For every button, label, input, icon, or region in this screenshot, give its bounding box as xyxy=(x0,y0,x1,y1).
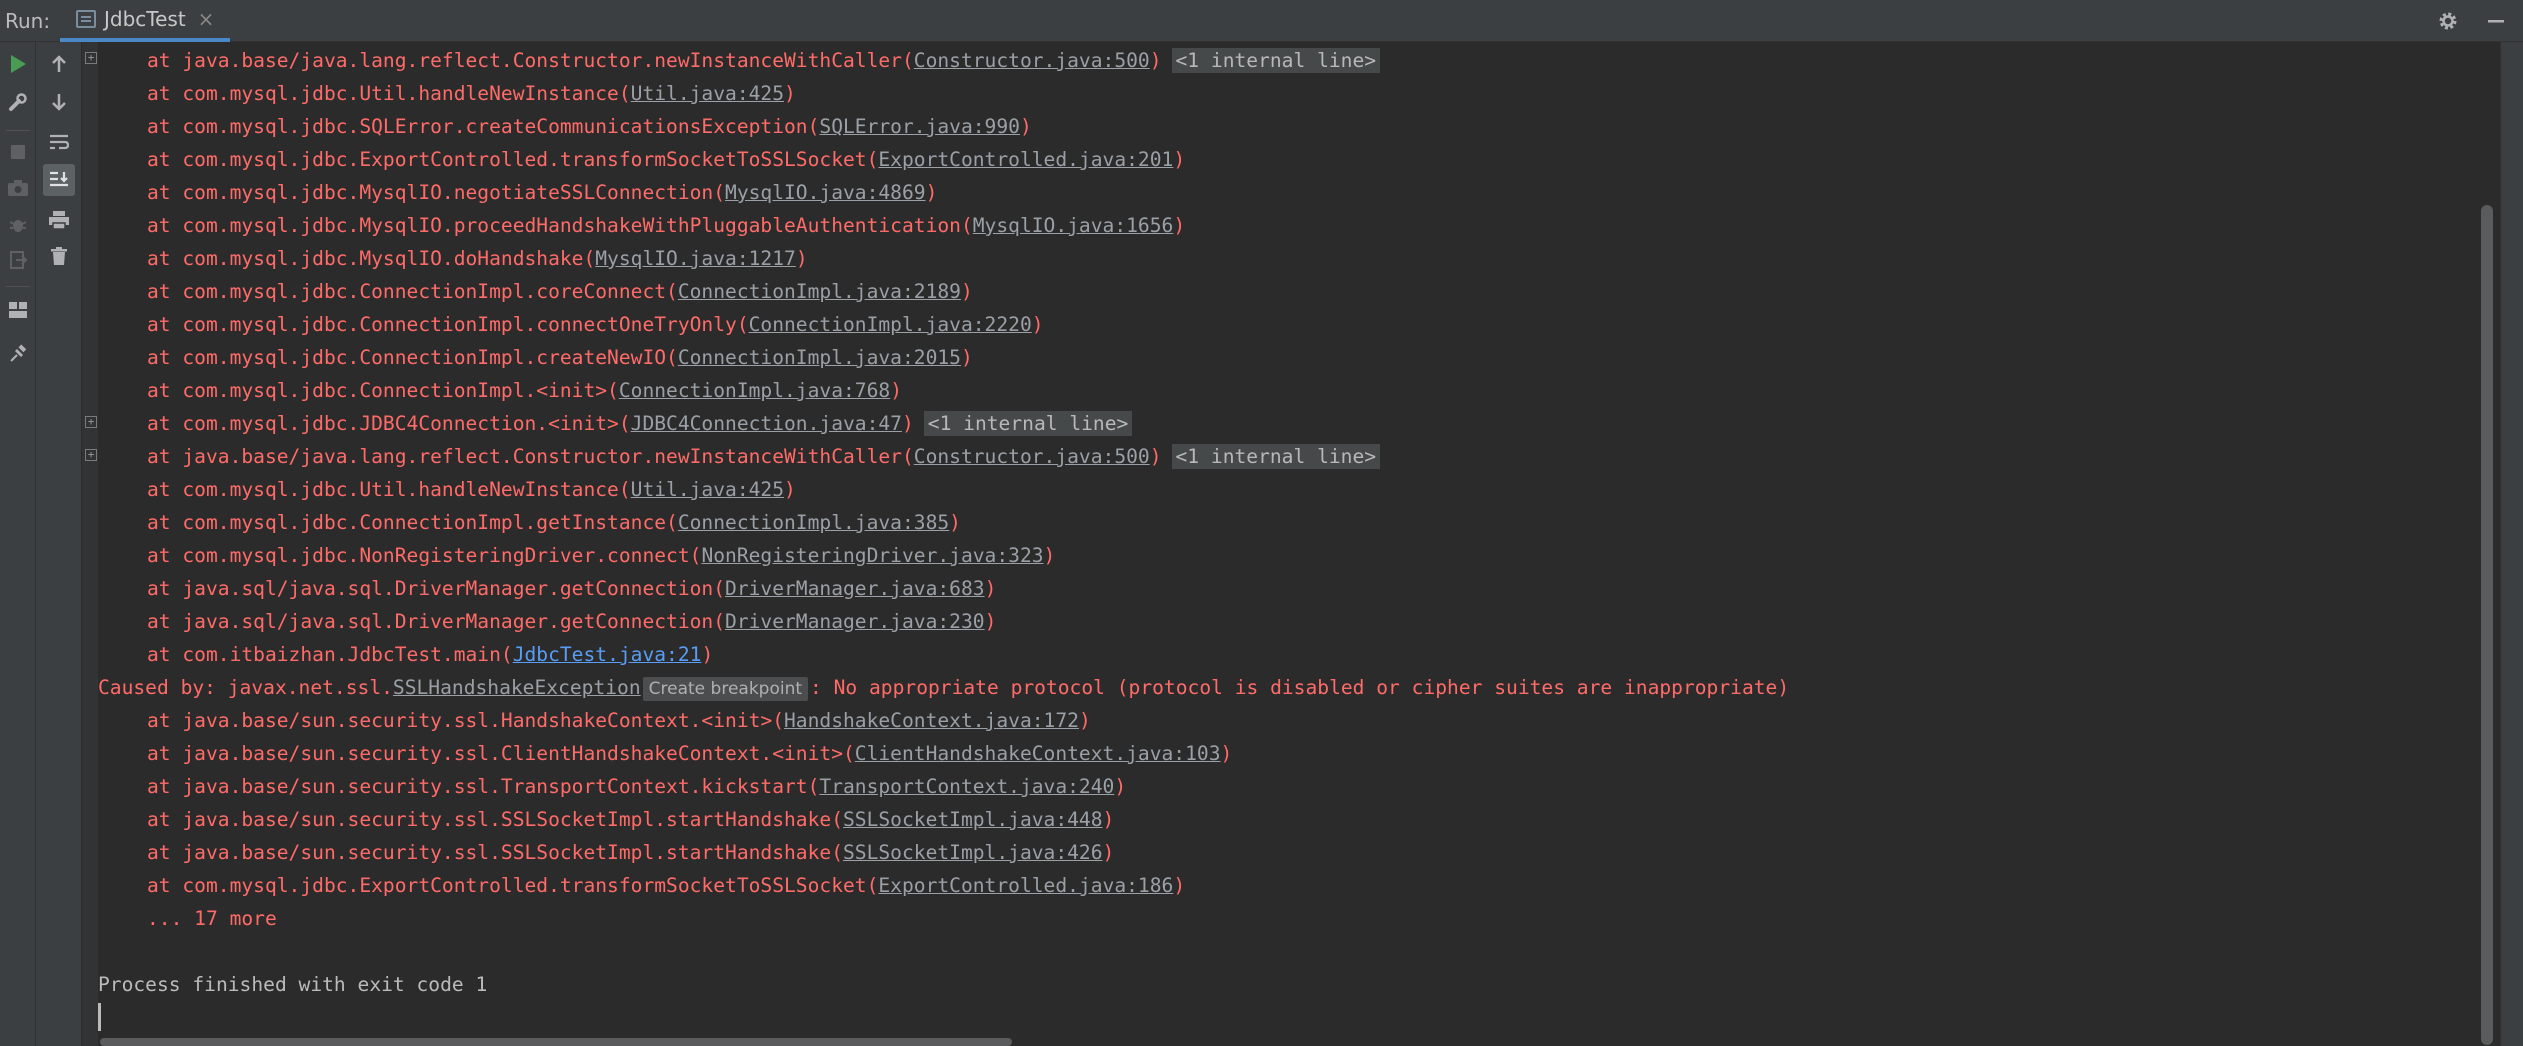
run-toolbar xyxy=(0,42,36,1046)
stack-frame-line: at com.mysql.jdbc.MysqlIO.negotiateSSLCo… xyxy=(147,181,938,204)
console-output[interactable]: at java.base/java.lang.reflect.Construct… xyxy=(98,42,2480,1036)
source-link[interactable]: ConnectionImpl.java:768 xyxy=(619,379,890,402)
source-link[interactable]: ConnectionImpl.java:2189 xyxy=(678,280,961,303)
stack-frame-line: at com.mysql.jdbc.MysqlIO.doHandshake(My… xyxy=(147,247,808,270)
stack-frame-line: at com.mysql.jdbc.ExportControlled.trans… xyxy=(147,874,1186,897)
expand-fold-icon[interactable]: + xyxy=(85,449,97,461)
source-link[interactable]: SSLSocketImpl.java:426 xyxy=(843,841,1103,864)
console-toolbar xyxy=(36,42,82,1046)
source-link[interactable]: MysqlIO.java:1656 xyxy=(973,214,1174,237)
source-link[interactable]: ConnectionImpl.java:2015 xyxy=(678,346,961,369)
stack-frame-line: at java.sql/java.sql.DriverManager.getCo… xyxy=(147,610,997,633)
pin-icon[interactable] xyxy=(2,338,34,370)
tab-label: JdbcTest xyxy=(104,7,186,31)
rerun-icon[interactable] xyxy=(2,48,34,80)
print-icon[interactable] xyxy=(43,204,75,236)
exit-icon[interactable] xyxy=(2,244,34,276)
run-label: Run: xyxy=(5,9,51,33)
stack-frame-line: at java.base/sun.security.ssl.ClientHand… xyxy=(147,742,1233,765)
gear-icon[interactable] xyxy=(2433,6,2463,36)
camera-icon[interactable] xyxy=(2,172,34,204)
stack-frame-line: at com.mysql.jdbc.NonRegisteringDriver.c… xyxy=(147,544,1056,567)
stack-frame-line: at com.mysql.jdbc.ConnectionImpl.createN… xyxy=(147,346,973,369)
expand-fold-icon[interactable]: + xyxy=(85,52,97,64)
source-link[interactable]: Constructor.java:500 xyxy=(914,445,1150,468)
stack-frame-line: at java.sql/java.sql.DriverManager.getCo… xyxy=(147,577,997,600)
up-arrow-icon[interactable] xyxy=(43,48,75,80)
down-arrow-icon[interactable] xyxy=(43,86,75,118)
source-link[interactable]: MysqlIO.java:4869 xyxy=(725,181,926,204)
trash-icon[interactable] xyxy=(43,240,75,272)
stack-frame-line: at com.mysql.jdbc.SQLError.createCommuni… xyxy=(147,115,1032,138)
horizontal-scrollbar-thumb[interactable] xyxy=(100,1038,1012,1046)
run-tool-window-header: Run: JdbcTest × xyxy=(0,0,2523,42)
exception-class-link[interactable]: SSLHandshakeException xyxy=(393,676,641,699)
source-link[interactable]: ClientHandshakeContext.java:103 xyxy=(855,742,1221,765)
wrench-icon[interactable] xyxy=(2,86,34,118)
stack-frame-line: at com.mysql.jdbc.ConnectionImpl.getInst… xyxy=(147,511,961,534)
vertical-scrollbar-thumb[interactable] xyxy=(2481,205,2493,1045)
more-frames-line: ... 17 more xyxy=(147,907,277,930)
source-link[interactable]: Util.java:425 xyxy=(631,82,784,105)
source-link[interactable]: MysqlIO.java:1217 xyxy=(595,247,796,270)
scroll-to-end-icon[interactable] xyxy=(43,164,75,196)
stack-frame-line: at com.mysql.jdbc.ConnectionImpl.<init>(… xyxy=(147,379,902,402)
source-link[interactable]: JDBC4Connection.java:47 xyxy=(631,412,902,435)
fold-gutter: + + + xyxy=(82,42,98,1046)
toolbar-separator xyxy=(6,130,30,131)
stack-frame-line: at com.mysql.jdbc.JDBC4Connection.<init>… xyxy=(98,407,1133,440)
source-link[interactable]: ExportControlled.java:201 xyxy=(878,148,1173,171)
source-link[interactable]: HandshakeContext.java:172 xyxy=(784,709,1079,732)
right-tool-strip xyxy=(2500,42,2523,1046)
internal-line-chip[interactable]: <1 internal line> xyxy=(1171,444,1381,469)
stack-frame-line: at com.mysql.jdbc.ConnectionImpl.coreCon… xyxy=(147,280,973,303)
stack-frame-line: at java.base/sun.security.ssl.SSLSocketI… xyxy=(147,841,1115,864)
source-link[interactable]: JdbcTest.java:21 xyxy=(513,643,702,666)
minimize-icon[interactable] xyxy=(2481,6,2511,36)
stack-frame-line: at java.base/java.lang.reflect.Construct… xyxy=(98,440,1381,473)
console-tab-icon xyxy=(76,10,96,28)
stack-frame-line: at java.base/java.lang.reflect.Construct… xyxy=(98,44,1381,77)
text-cursor xyxy=(98,1003,101,1031)
stack-frame-line: at java.base/sun.security.ssl.HandshakeC… xyxy=(147,709,1091,732)
source-link[interactable]: SSLSocketImpl.java:448 xyxy=(843,808,1103,831)
toolbar-separator xyxy=(6,286,30,287)
internal-line-chip[interactable]: <1 internal line> xyxy=(923,411,1133,436)
stack-frame-line: at com.itbaizhan.JdbcTest.main(JdbcTest.… xyxy=(147,643,714,666)
stop-icon[interactable] xyxy=(2,136,34,168)
source-link[interactable]: ConnectionImpl.java:385 xyxy=(678,511,949,534)
stack-frame-line: at com.mysql.jdbc.Util.handleNewInstance… xyxy=(147,82,796,105)
caused-by-line: Caused by: javax.net.ssl.SSLHandshakeExc… xyxy=(98,676,1790,701)
tab-jdbctest[interactable]: JdbcTest × xyxy=(60,0,231,42)
source-link[interactable]: DriverManager.java:230 xyxy=(725,610,985,633)
source-link[interactable]: DriverManager.java:683 xyxy=(725,577,985,600)
source-link[interactable]: ExportControlled.java:186 xyxy=(878,874,1173,897)
stack-frame-line: at com.mysql.jdbc.ConnectionImpl.connect… xyxy=(147,313,1044,336)
expand-fold-icon[interactable]: + xyxy=(85,416,97,428)
create-breakpoint-tooltip[interactable]: Create breakpoint xyxy=(642,677,809,701)
source-link[interactable]: SQLError.java:990 xyxy=(819,115,1020,138)
stack-frame-line: at java.base/sun.security.ssl.SSLSocketI… xyxy=(147,808,1115,831)
source-link[interactable]: ConnectionImpl.java:2220 xyxy=(749,313,1032,336)
stack-frame-line: at com.mysql.jdbc.ExportControlled.trans… xyxy=(147,148,1186,171)
stack-frame-line: at com.mysql.jdbc.Util.handleNewInstance… xyxy=(147,478,796,501)
stack-frame-line: at com.mysql.jdbc.MysqlIO.proceedHandsha… xyxy=(147,214,1186,237)
debug-icon[interactable] xyxy=(2,208,34,240)
layout-icon[interactable] xyxy=(2,294,34,326)
soft-wrap-icon[interactable] xyxy=(43,126,75,158)
source-link[interactable]: Util.java:425 xyxy=(631,478,784,501)
source-link[interactable]: Constructor.java:500 xyxy=(914,49,1150,72)
source-link[interactable]: NonRegisteringDriver.java:323 xyxy=(701,544,1043,567)
process-finished-line: Process finished with exit code 1 xyxy=(98,973,488,996)
stack-frame-line: at java.base/sun.security.ssl.TransportC… xyxy=(147,775,1127,798)
internal-line-chip[interactable]: <1 internal line> xyxy=(1171,48,1381,73)
source-link[interactable]: TransportContext.java:240 xyxy=(819,775,1114,798)
tab-close-icon[interactable]: × xyxy=(198,7,215,31)
